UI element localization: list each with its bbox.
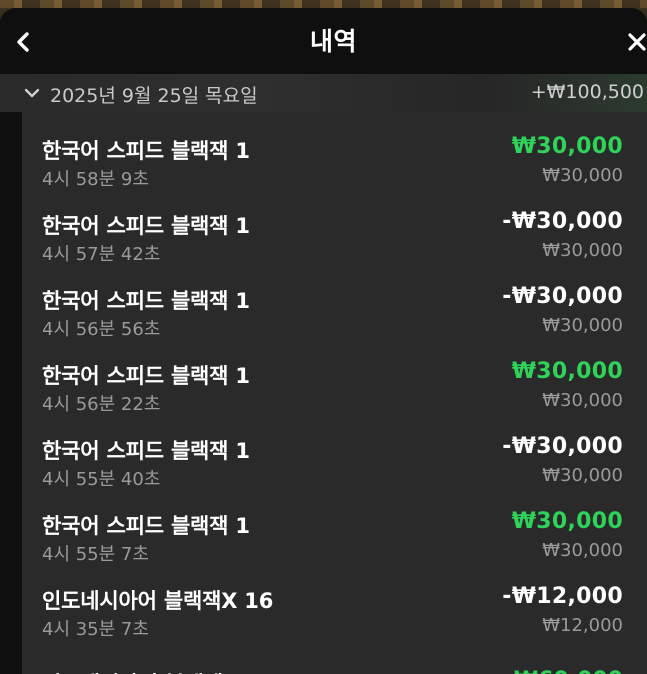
transaction-amount: -₩30,000 [502,284,623,309]
header-bar: 내역 [0,8,647,74]
background-decoration [0,0,647,8]
transaction-row[interactable]: 한국어 스피드 블랙잭 1 4시 55분 40초 -₩30,000 ₩30,000 [22,403,647,490]
transaction-row[interactable]: 한국어 스피드 블랙잭 1 4시 55분 7초 ₩30,000 ₩30,000 [22,478,647,565]
transaction-amount: ₩30,000 [511,134,623,159]
page-title: 내역 [309,27,357,56]
transaction-row[interactable]: 한국어 스피드 블랙잭 1 4시 57분 42초 -₩30,000 ₩30,000 [22,178,647,265]
game-name: 한국어 스피드 블랙잭 1 [42,439,250,463]
transaction-amount: -₩30,000 [502,209,623,234]
transaction-row[interactable]: 한국어 스피드 블랙잭 1 4시 56분 56초 -₩30,000 ₩30,000 [22,253,647,340]
game-name: 한국어 스피드 블랙잭 1 [42,289,250,313]
game-name: 한국어 스피드 블랙잭 1 [42,139,250,163]
transaction-row-partial[interactable]: 인도네시아어 블랙잭X 16 ₩60,000 [22,668,647,674]
date-label: 2025년 9월 25일 목요일 [50,85,258,107]
transaction-time: 4시 35분 7초 [42,619,149,640]
transaction-amount: ₩30,000 [511,359,623,384]
transaction-list[interactable]: 한국어 스피드 블랙잭 1 4시 58분 9초 ₩30,000 ₩30,000 한국어 … [22,112,647,674]
game-name: 한국어 스피드 블랙잭 1 [42,214,250,238]
game-name: 인도네시아어 블랙잭X 16 [42,668,276,674]
transaction-row[interactable]: 한국어 스피드 블랙잭 1 4시 56분 22초 ₩30,000 ₩30,000 [22,328,647,415]
transaction-amount: ₩30,000 [511,509,623,534]
bet-amount: ₩12,000 [542,615,623,636]
transaction-amount: -₩30,000 [502,434,623,459]
transaction-amount: -₩12,000 [502,584,623,609]
history-panel: 내역 2025년 9월 25일 목요일 +₩100,500 한국어 스피드 블랙… [0,8,647,674]
close-icon [628,33,646,51]
chevron-down-icon [24,88,40,98]
game-name: 인도네시아어 블랙잭X 16 [42,589,274,613]
transaction-row[interactable]: 인도네시아어 블랙잭X 16 4시 35분 7초 -₩12,000 ₩12,000 [22,553,647,640]
game-name: 한국어 스피드 블랙잭 1 [42,514,250,538]
date-total: +₩100,500 [530,81,644,103]
close-button[interactable] [626,26,647,58]
date-group-header[interactable]: 2025년 9월 25일 목요일 +₩100,500 [0,74,647,112]
game-name: 한국어 스피드 블랙잭 1 [42,364,250,388]
transaction-amount: ₩60,000 [514,668,623,674]
transaction-row[interactable]: 한국어 스피드 블랙잭 1 4시 58분 9초 ₩30,000 ₩30,000 [22,112,647,190]
